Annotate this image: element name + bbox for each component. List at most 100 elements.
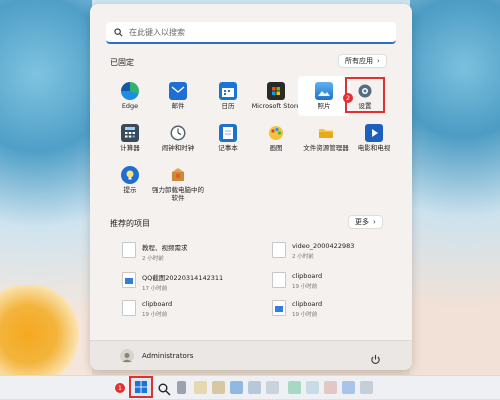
notepad-icon [219, 124, 237, 142]
pinned-title: 已固定 [110, 58, 134, 67]
store-icon [267, 82, 285, 100]
item-time: 2 小时前 [142, 256, 164, 262]
taskbar-app[interactable] [266, 381, 279, 394]
recommended-title: 推荐的项目 [110, 219, 150, 228]
item-name: clipboard [142, 300, 173, 308]
item-name: clipboard [292, 300, 323, 308]
taskbar-app[interactable] [230, 381, 243, 394]
chevron-right-icon: › [373, 218, 376, 226]
app-mail[interactable]: 邮件 [152, 82, 204, 111]
taskbar-app[interactable] [212, 381, 225, 394]
power-icon [371, 354, 380, 365]
search-box[interactable]: 在此键入以搜索 [106, 22, 396, 44]
app-label: 强力卸载电脑中的软件 [152, 186, 204, 202]
document-icon [122, 300, 136, 316]
clock-icon [169, 124, 187, 142]
item-time: 19 小时前 [292, 284, 318, 290]
item-name: 教程、视频需求 [142, 244, 188, 252]
photos-icon [315, 82, 333, 100]
windows-logo-icon [135, 381, 147, 393]
app-edge[interactable]: Edge [104, 82, 156, 111]
folder-icon [317, 124, 335, 142]
app-paint[interactable]: 画图 [250, 124, 302, 153]
app-label: 电影和电视 [357, 144, 391, 152]
app-notepad[interactable]: 记事本 [202, 124, 254, 153]
calendar-icon [219, 82, 237, 100]
movies-icon [365, 124, 383, 142]
image-file-icon [272, 300, 286, 316]
recommended-item[interactable]: clipboard 19 小时前 [272, 300, 322, 318]
user-name[interactable]: Administrators [142, 352, 193, 360]
paint-icon [267, 124, 285, 142]
edge-icon [121, 82, 139, 100]
item-name: QQ截图20220314142311 [142, 274, 224, 282]
start-footer: Administrators [90, 340, 412, 370]
wallpaper-egg [0, 285, 80, 375]
app-store[interactable]: Microsoft Store [250, 82, 302, 111]
app-file-explorer[interactable]: 文件资源管理器 [300, 124, 352, 153]
app-label: 提示 [123, 186, 137, 194]
avatar[interactable] [120, 349, 134, 363]
power-button[interactable] [370, 350, 381, 369]
uninstall-icon [169, 166, 187, 184]
recommended-item[interactable]: QQ截图20220314142311 17 小时前 [122, 272, 223, 292]
taskbar-app[interactable] [177, 381, 186, 394]
image-file-icon [122, 272, 136, 288]
taskbar-app[interactable] [324, 381, 337, 394]
app-label: 设置 [358, 102, 372, 110]
recommended-item[interactable]: 教程、视频需求 2 小时前 [122, 242, 188, 262]
app-calculator[interactable]: 计算器 [104, 124, 156, 153]
app-clock[interactable]: 闹钟和时钟 [152, 124, 204, 153]
all-apps-button[interactable]: 所有应用 › [338, 54, 387, 68]
settings-icon [356, 82, 374, 100]
document-icon [122, 242, 136, 258]
app-label: 日历 [221, 102, 235, 110]
item-time: 17 小时前 [142, 286, 168, 292]
item-name: video_2000422983 [292, 242, 355, 250]
taskbar-app[interactable] [194, 381, 207, 394]
taskbar-app[interactable] [342, 381, 355, 394]
app-label: 记事本 [218, 144, 238, 152]
tips-icon [121, 166, 139, 184]
document-icon [272, 272, 286, 288]
calculator-icon [121, 124, 139, 142]
app-label: 画图 [269, 144, 283, 152]
app-tips[interactable]: 提示 [104, 166, 156, 195]
recommended-item[interactable]: clipboard 19 小时前 [122, 300, 172, 318]
start-menu: 在此键入以搜索 已固定 所有应用 › Edge 邮件 日历 Microsoft … [90, 4, 412, 370]
taskbar-app[interactable] [360, 381, 373, 394]
taskbar-app[interactable] [288, 381, 301, 394]
mail-icon [169, 82, 187, 100]
app-label: 文件资源管理器 [303, 144, 349, 152]
annotation-badge-1: 1 [115, 383, 125, 393]
recommended-item[interactable]: video_2000422983 2 小时前 [272, 242, 354, 260]
item-time: 19 小时前 [292, 312, 318, 318]
app-uninstaller[interactable]: 强力卸载电脑中的软件 [152, 166, 204, 203]
app-movies-tv[interactable]: 电影和电视 [348, 124, 400, 153]
annotation-badge-2: 2 [343, 93, 353, 103]
chevron-right-icon: › [377, 57, 380, 65]
app-calendar[interactable]: 日历 [202, 82, 254, 111]
app-label: Microsoft Store [251, 102, 301, 110]
start-button[interactable] [129, 376, 153, 398]
document-icon [272, 242, 286, 258]
search-icon [158, 383, 171, 396]
taskbar-app[interactable] [248, 381, 261, 394]
wallpaper-right [410, 0, 500, 375]
item-time: 2 小时前 [292, 254, 314, 260]
app-label: Edge [121, 102, 139, 110]
search-placeholder: 在此键入以搜索 [129, 27, 185, 37]
item-name: clipboard [292, 272, 323, 280]
taskbar-search[interactable] [158, 381, 171, 396]
item-time: 19 小时前 [142, 312, 168, 318]
more-label: 更多 [355, 218, 369, 226]
search-icon [114, 27, 123, 36]
app-label: 照片 [317, 102, 331, 110]
recommended-item[interactable]: clipboard 19 小时前 [272, 272, 322, 290]
app-label: 计算器 [120, 144, 140, 152]
taskbar: 1 [0, 375, 500, 399]
app-label: 邮件 [171, 102, 185, 110]
app-label: 闹钟和时钟 [161, 144, 195, 152]
taskbar-app[interactable] [306, 381, 319, 394]
more-button[interactable]: 更多 › [348, 215, 383, 229]
